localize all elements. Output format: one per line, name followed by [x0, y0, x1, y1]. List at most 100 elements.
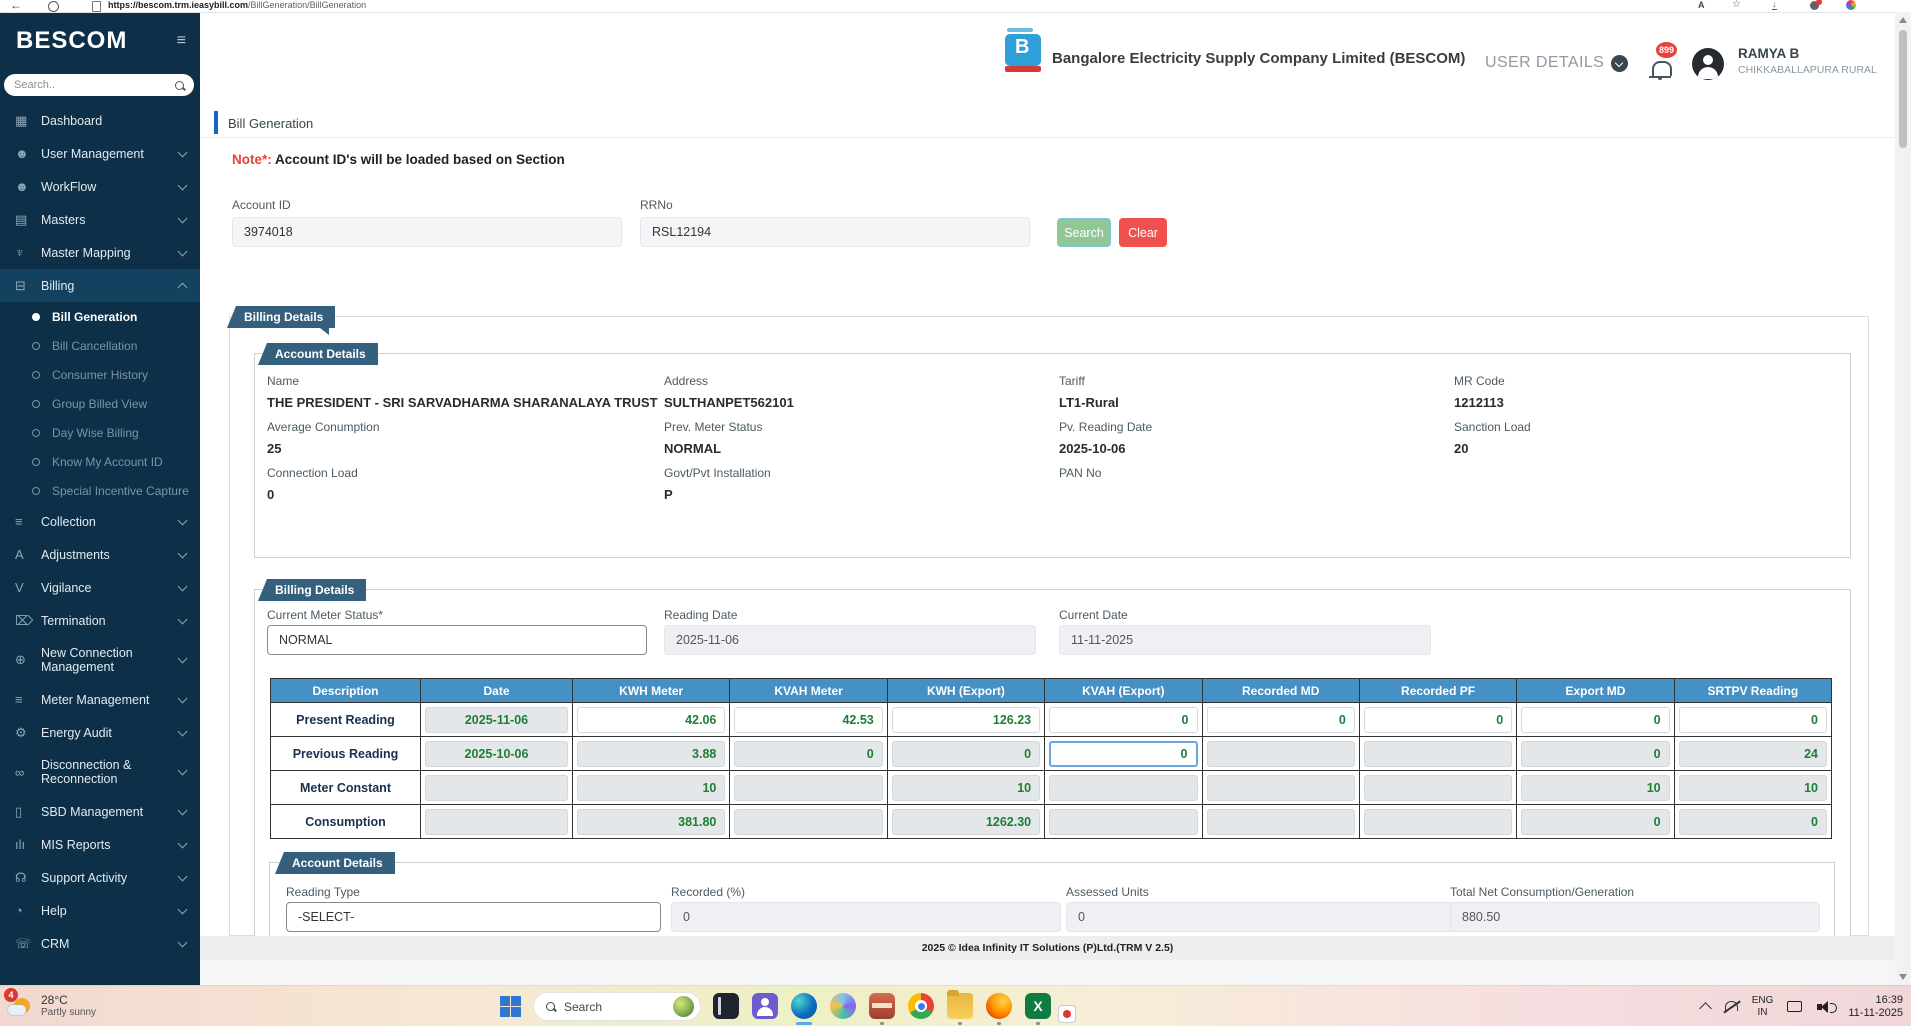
notifications-button[interactable]: 899	[1648, 54, 1674, 80]
sidebar-item-vigilance[interactable]: VVigilance	[0, 571, 200, 604]
current-meter-status-select[interactable]: NORMAL	[267, 625, 647, 655]
file-explorer-app-icon[interactable]	[946, 992, 974, 1025]
rrno-input[interactable]: RSL12194	[640, 217, 1030, 247]
reader-icon[interactable]: A	[1698, 0, 1705, 10]
browser-back-icon[interactable]: ←	[10, 0, 22, 12]
edge-app-icon[interactable]	[790, 992, 818, 1025]
sidebar-item-sbd-management[interactable]: ▯SBD Management	[0, 795, 200, 828]
taskbar-search[interactable]: Search	[533, 992, 701, 1021]
reading-cell[interactable]: 0	[1679, 707, 1827, 733]
browser-profile-icon[interactable]	[1810, 1, 1819, 10]
page-security-icon[interactable]	[92, 1, 101, 12]
brand-logo-text: BESCOM	[16, 27, 177, 55]
account-details-bottom-box: Account Details Reading Type-SELECT-Reco…	[269, 862, 1835, 938]
package-app-icon[interactable]	[868, 992, 896, 1025]
search-button[interactable]: Search	[1057, 218, 1111, 247]
sidebar-item-label: Termination	[41, 614, 179, 628]
sidebar-subitem-bill-cancellation[interactable]: Bill Cancellation	[0, 331, 200, 360]
sidebar-subitem-day-wise-billing[interactable]: Day Wise Billing	[0, 418, 200, 447]
sidebar-item-workflow[interactable]: ☻WorkFlow	[0, 170, 200, 203]
column-header-kwh-meter: KWH Meter	[573, 679, 730, 703]
vigilance-icon: V	[15, 580, 41, 595]
sidebar-subitem-group-billed-view[interactable]: Group Billed View	[0, 389, 200, 418]
network-icon[interactable]	[1786, 1000, 1804, 1014]
page-title: Bill Generation	[228, 116, 313, 131]
address-bar[interactable]: https://bescom.trm.ieasybill.com/BillGen…	[108, 0, 366, 10]
scroll-down-arrow[interactable]	[1899, 974, 1907, 980]
sidebar-item-support-activity[interactable]: ☊Support Activity	[0, 861, 200, 894]
reading-cell[interactable]: 0	[1207, 707, 1355, 733]
reading-cell[interactable]: 42.06	[577, 707, 725, 733]
sidebar-item-termination[interactable]: ⌦Termination	[0, 604, 200, 637]
reading-cell[interactable]: 0	[1521, 707, 1669, 733]
sidebar-item-adjustments[interactable]: AAdjustments	[0, 538, 200, 571]
search-icon[interactable]	[175, 81, 184, 90]
sidebar-item-disconnection-reconnection[interactable]: ∞Disconnection & Reconnection	[0, 749, 200, 795]
reading-cell: 0	[892, 741, 1040, 767]
sidebar-item-crm[interactable]: ☏CRM	[0, 927, 200, 960]
reading-cell[interactable]: 0	[1049, 707, 1197, 733]
sidebar-search-input[interactable]: Search..	[4, 74, 194, 96]
chrome-app-icon[interactable]	[907, 992, 935, 1025]
reading-cell	[1364, 741, 1512, 767]
reading-cell: 2025-10-06	[425, 741, 568, 767]
notepad-app-icon[interactable]	[712, 992, 740, 1025]
field-label: Name	[267, 374, 664, 388]
notifications-muted-icon[interactable]	[1723, 999, 1739, 1015]
browser-avatar[interactable]	[1846, 0, 1856, 10]
people-app-icon[interactable]	[751, 992, 779, 1025]
sidebar-subitem-know-my-account-id[interactable]: Know My Account ID	[0, 447, 200, 476]
account-field-tariff: TariffLT1-Rural	[1059, 374, 1454, 420]
sidebar-subitem-special-incentive-capture[interactable]: Special Incentive Capture	[0, 476, 200, 505]
chevron-down-icon	[178, 838, 188, 848]
sidebar-subitem-bill-generation[interactable]: Bill Generation	[0, 302, 200, 331]
user-details-dropdown[interactable]: USER DETAILS	[1485, 54, 1628, 72]
sidebar-item-billing[interactable]: ⊟Billing	[0, 269, 200, 302]
column-header-date: Date	[421, 679, 573, 703]
hamburger-menu-icon[interactable]: ≡	[177, 32, 186, 50]
scrollbar-thumb[interactable]	[1899, 30, 1907, 148]
browser-reload-icon[interactable]	[48, 1, 59, 12]
sidebar-item-master-mapping[interactable]: ♆Master Mapping	[0, 236, 200, 269]
reading-type-select[interactable]: -SELECT-	[286, 902, 661, 932]
firefox-app-icon[interactable]	[985, 992, 1013, 1025]
taskbar-clock[interactable]: 16:39 11-11-2025	[1848, 994, 1903, 1020]
account-details-bottom-tab: Account Details	[284, 852, 395, 874]
clear-button[interactable]: Clear	[1119, 218, 1167, 247]
reading-cell[interactable]: 0	[1364, 707, 1512, 733]
scroll-up-arrow[interactable]	[1899, 17, 1907, 23]
excel-app-icon[interactable]: X	[1024, 992, 1052, 1025]
language-indicator[interactable]: ENG IN	[1752, 995, 1774, 1019]
taskbar-weather-widget[interactable]: 4 28°C Partly sunny	[6, 990, 96, 1020]
sidebar-subitem-consumer-history[interactable]: Consumer History	[0, 360, 200, 389]
sidebar-item-dashboard[interactable]: ▦Dashboard	[0, 104, 200, 137]
reading-cell[interactable]: 42.53	[734, 707, 882, 733]
user-avatar[interactable]	[1692, 48, 1724, 80]
sidebar-item-energy-audit[interactable]: ⚙Energy Audit	[0, 716, 200, 749]
sidebar-item-label: Energy Audit	[41, 726, 179, 740]
sidebar-item-help[interactable]: ◔Help	[0, 894, 200, 927]
reading-cell[interactable]: 0	[1049, 741, 1197, 767]
downloads-icon[interactable]: ↓	[1772, 0, 1777, 10]
volume-icon[interactable]	[1817, 1000, 1835, 1014]
bookmark-star-icon[interactable]: ☆	[1732, 0, 1741, 10]
browser-toolbar: ← https://bescom.trm.ieasybill.com/BillG…	[0, 0, 1911, 13]
reading-cell[interactable]: 126.23	[892, 707, 1040, 733]
notification-badge: 899	[1656, 42, 1677, 58]
sidebar-item-meter-management[interactable]: ≡Meter Management	[0, 683, 200, 716]
sidebar-item-mis-reports[interactable]: ılıMIS Reports	[0, 828, 200, 861]
copilot-app-icon[interactable]	[829, 992, 857, 1025]
tray-chevron-up-icon[interactable]	[1699, 1002, 1712, 1015]
page-scrollbar[interactable]	[1895, 12, 1911, 985]
field-label: Connection Load	[267, 466, 664, 480]
sidebar-item-user-management[interactable]: ☻User Management	[0, 137, 200, 170]
start-button[interactable]	[500, 996, 521, 1017]
sidebar-item-collection[interactable]: ≡Collection	[0, 505, 200, 538]
account-id-input[interactable]: 3974018	[232, 217, 622, 247]
sidebar-item-new-connection-management[interactable]: ⊕New Connection Management	[0, 637, 200, 683]
account-details-grid: NameTHE PRESIDENT - SRI SARVADHARMA SHAR…	[267, 374, 1840, 512]
sidebar-item-label: Billing	[41, 279, 179, 293]
meter-management-icon: ≡	[15, 692, 41, 707]
overflow-app-icon[interactable]	[1057, 1004, 1075, 1026]
sidebar-item-masters[interactable]: ▤Masters	[0, 203, 200, 236]
